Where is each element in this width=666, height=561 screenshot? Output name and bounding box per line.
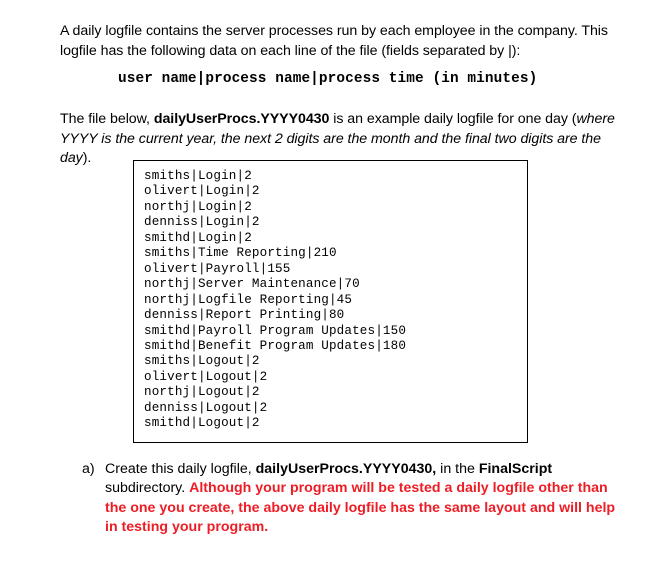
task-marker-a: a) (82, 461, 95, 477)
example-middle-text: is an example daily logfile for one day … (329, 111, 577, 128)
task-text-a: Create this daily logfile, dailyUserProc… (105, 460, 616, 538)
logfile-line: olivert|Payroll|155 (144, 261, 291, 276)
logfile-line: denniss|Logout|2 (144, 400, 268, 415)
logfile-line: smiths|Logout|2 (144, 354, 260, 369)
logfile-line: smithd|Login|2 (144, 230, 252, 245)
logfile-lines: smiths|Login|2 olivert|Login|2 northj|Logi… (134, 161, 527, 432)
logfile-line: smithd|Benefit Program Updates|180 (144, 338, 407, 353)
task-filename: dailyUserProcs.YYYY0430, (255, 461, 437, 477)
logfile-line: denniss|Login|2 (144, 215, 260, 230)
logfile-listing-box: smiths|Login|2 olivert|Login|2 northj|Logi… (133, 160, 528, 443)
task-directory-name: FinalScript (478, 461, 553, 477)
example-prefix-text: The file below, (60, 111, 154, 128)
logfile-line: olivert|Login|2 (144, 184, 260, 199)
document-page: A daily logfile contains the server proc… (0, 0, 666, 561)
example-filename: dailyUserProcs.YYYY0430 (153, 111, 330, 128)
logfile-line: northj|Logfile Reporting|45 (144, 292, 353, 307)
task-part3-text: subdirectory. (105, 480, 190, 497)
task-part2-text: in the (436, 461, 479, 477)
logfile-line: smiths|Login|2 (144, 169, 252, 183)
logfile-line: denniss|Report Printing|80 (144, 308, 345, 323)
logfile-format-spec: user name|process name|process time (in … (118, 71, 538, 87)
logfile-line: olivert|Logout|2 (144, 369, 268, 384)
task-part1-text: Create this daily logfile, (105, 461, 256, 477)
intro-paragraph: A daily logfile contains the server proc… (60, 23, 608, 59)
logfile-line: smithd|Payroll Program Updates|150 (144, 323, 407, 338)
example-suffix-text: ). (82, 150, 92, 167)
logfile-line: northj|Server Maintenance|70 (144, 277, 360, 292)
logfile-line: smithd|Logout|2 (144, 416, 260, 431)
task-item-a: a) Create this daily logfile, dailyUserP… (82, 460, 616, 538)
logfile-line: northj|Login|2 (144, 199, 252, 214)
logfile-line: northj|Logout|2 (144, 385, 260, 400)
logfile-line: smiths|Time Reporting|210 (144, 246, 337, 261)
